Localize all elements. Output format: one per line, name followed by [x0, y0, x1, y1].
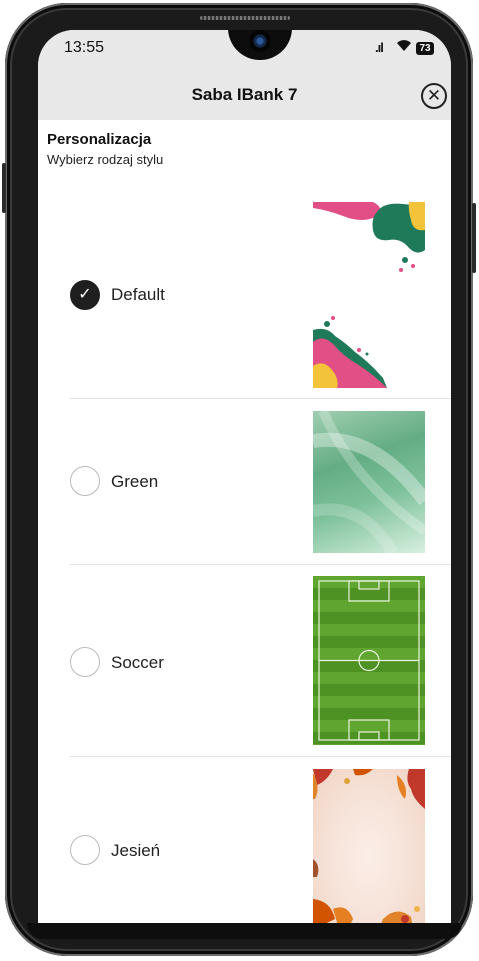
bottom-bezel — [27, 923, 462, 939]
default-theme-preview — [313, 202, 425, 388]
page-title: Saba IBank 7 — [191, 85, 298, 104]
app-header: Saba IBank 7 ✕ — [38, 70, 451, 120]
front-camera-icon — [249, 30, 271, 52]
camera-notch — [228, 30, 292, 60]
style-option-default[interactable]: ✓ Default — [70, 200, 451, 398]
close-button[interactable]: ✕ — [421, 83, 447, 109]
phone-frame: 13:55 .ıl 73 Saba IBank 7 ✕ Personalizac… — [2, 3, 476, 956]
checkmark-icon: ✓ — [78, 286, 92, 303]
app-screen: 13:55 .ıl 73 Saba IBank 7 ✕ Personalizac… — [38, 30, 451, 923]
style-option-jesien[interactable]: Jesień — [70, 757, 451, 923]
radio-unchecked-icon[interactable] — [70, 647, 100, 677]
style-label: Default — [111, 285, 165, 304]
section-subtitle: Wybierz rodzaj stylu — [47, 152, 164, 167]
earpiece-speaker — [200, 16, 290, 20]
radio-checked-icon[interactable]: ✓ — [70, 280, 100, 310]
radio-unchecked-icon[interactable] — [70, 835, 100, 865]
style-option-soccer[interactable]: Soccer — [70, 565, 451, 756]
battery-icon: 73 — [416, 42, 434, 55]
style-label: Jesień — [111, 841, 161, 860]
style-label: Soccer — [111, 653, 164, 672]
signal-icon: .ıl — [375, 40, 384, 55]
wifi-icon — [396, 38, 412, 56]
status-bar: 13:55 .ıl 73 — [38, 30, 451, 70]
status-time: 13:55 — [64, 39, 105, 56]
section-title: Personalizacja — [47, 131, 152, 148]
close-icon: ✕ — [426, 86, 442, 105]
style-option-green[interactable]: Green — [70, 399, 451, 564]
green-theme-preview — [313, 411, 425, 553]
style-label: Green — [111, 472, 159, 491]
power-button — [472, 203, 476, 273]
autumn-theme-preview — [313, 769, 425, 923]
volume-button — [2, 163, 6, 213]
soccer-theme-preview — [313, 576, 425, 745]
radio-unchecked-icon[interactable] — [70, 466, 100, 496]
